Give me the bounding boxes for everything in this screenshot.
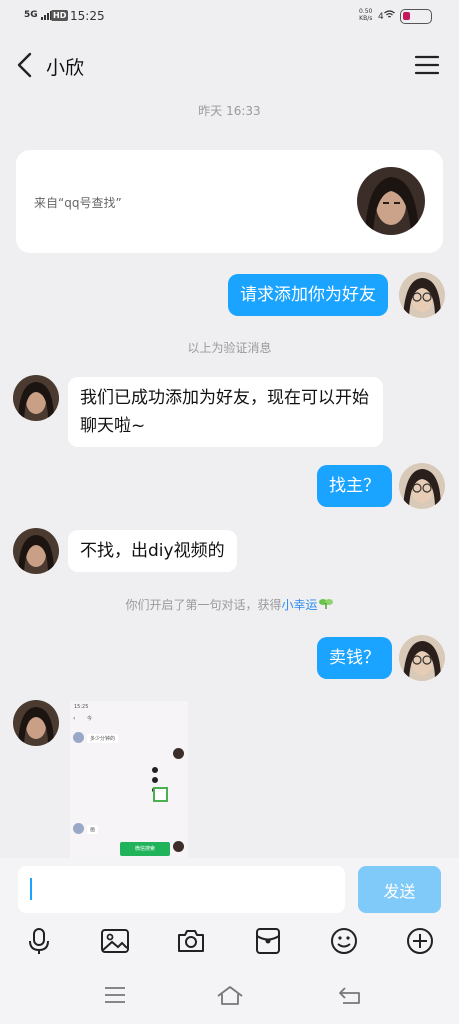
chat-header: 小欣 — [0, 34, 459, 94]
home-icon[interactable] — [216, 984, 244, 1006]
camera-icon[interactable] — [176, 926, 206, 956]
friend-source-text: 来自“qq号查找” — [34, 196, 122, 210]
time-separator: 昨天 16:33 — [198, 104, 261, 118]
preview-dot — [152, 767, 158, 773]
send-button[interactable]: 发送 — [358, 866, 441, 913]
friend-source-card[interactable]: 来自“qq号查找” — [16, 150, 443, 253]
message-bubble-outgoing[interactable]: 找主？ — [317, 465, 392, 507]
preview-green-button: 微信搜索 — [120, 842, 170, 856]
net-speed-value: 0.50 — [359, 8, 373, 15]
message-bubble-outgoing[interactable]: 卖钱？ — [317, 637, 392, 679]
red-packet-icon[interactable] — [253, 926, 283, 956]
contact-avatar[interactable] — [13, 375, 59, 421]
contact-avatar[interactable] — [13, 528, 59, 574]
plus-icon[interactable] — [405, 926, 435, 956]
first-chat-note: 你们开启了第一句对话，获得小幸运 — [0, 596, 459, 613]
preview-avatar — [173, 748, 184, 759]
preview-status-time: 15:25 — [74, 704, 89, 710]
back-arrow-icon[interactable] — [14, 52, 36, 78]
my-avatar[interactable] — [399, 463, 445, 509]
preview-back-icon: ‹ — [73, 715, 76, 722]
net-speed-unit: KB/s — [359, 15, 373, 22]
back-icon[interactable] — [337, 984, 363, 1006]
message-bubble-incoming[interactable]: 不找，出diy视频的 — [68, 530, 237, 572]
microphone-icon[interactable] — [24, 926, 54, 956]
my-avatar[interactable] — [399, 272, 445, 318]
menu-icon[interactable] — [102, 984, 128, 1006]
preview-avatar — [173, 841, 184, 852]
status-time: 15:25 — [70, 9, 105, 23]
system-navigation-bar — [0, 964, 459, 1024]
first-chat-note-text: 你们开启了第一句对话，获得 — [125, 598, 282, 612]
contact-avatar[interactable] — [357, 167, 425, 235]
contact-avatar[interactable] — [13, 700, 59, 746]
preview-avatar — [73, 732, 84, 743]
hamburger-menu-icon[interactable] — [414, 54, 440, 76]
preview-message: 多少分钟的 — [87, 734, 119, 743]
composer-toolbar — [0, 920, 459, 964]
network-type: 5G — [24, 10, 38, 20]
preview-qr-code — [153, 787, 168, 802]
battery-icon — [400, 9, 432, 24]
my-avatar[interactable] — [399, 635, 445, 681]
image-icon[interactable] — [100, 926, 130, 956]
clover-icon — [318, 599, 333, 609]
preview-message: 画 — [87, 825, 99, 834]
hd-badge: HD — [51, 10, 69, 21]
preview-avatar — [73, 823, 84, 834]
message-bubble-outgoing[interactable]: 请求添加你为好友 — [228, 274, 388, 316]
lucky-link[interactable]: 小幸运 — [282, 598, 318, 612]
preview-dot — [152, 777, 158, 783]
composer: 发送 — [0, 858, 459, 920]
preview-chat-name: 今 — [87, 716, 93, 722]
emoji-icon[interactable] — [329, 926, 359, 956]
contact-name[interactable]: 小欣 — [46, 53, 84, 80]
message-input[interactable] — [18, 866, 345, 913]
status-bar: 5G HD 15:25 0.50 KB/s 4 — [0, 0, 459, 34]
wifi-icon: 4 — [378, 10, 395, 22]
net-speed: 0.50 KB/s — [359, 8, 372, 22]
text-cursor — [30, 878, 32, 900]
verification-note: 以上为验证消息 — [187, 341, 272, 355]
cellular-signal-icon: 5G — [24, 9, 52, 20]
message-bubble-incoming[interactable]: 我们已成功添加为好友，现在可以开始聊天啦~ — [68, 377, 383, 447]
image-message[interactable]: 15:25 ‹ 今 多少分钟的 画 微信搜索 — [70, 701, 188, 859]
